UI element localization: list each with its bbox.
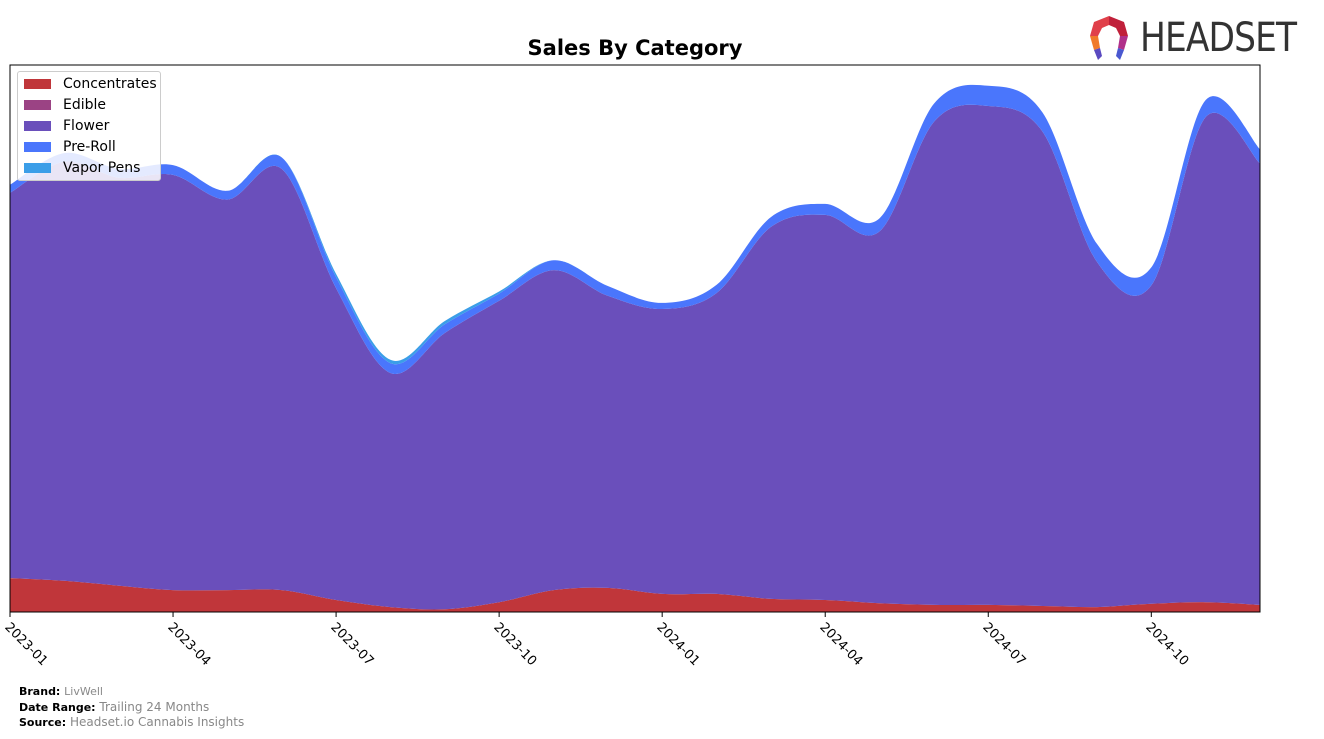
footer: Brand: LivWell Date Range: Trailing 24 M…: [19, 684, 244, 731]
legend: Concentrates Edible Flower Pre-Roll Vapor Pe…: [17, 71, 161, 181]
legend-item: Vapor Pens: [24, 158, 140, 178]
legend-item: Concentrates: [24, 74, 157, 94]
source-value: Headset.io Cannabis Insights: [69, 715, 245, 729]
date-range-label: Date Range:: [19, 700, 96, 714]
footer-brand: Brand: LivWell: [19, 684, 244, 700]
source-label: Source:: [19, 716, 67, 729]
legend-label: Concentrates: [63, 76, 157, 92]
legend-item: Flower: [24, 116, 109, 136]
legend-swatch: [24, 163, 51, 173]
legend-swatch: [24, 142, 51, 152]
legend-item: Edible: [24, 95, 106, 115]
legend-swatch: [24, 121, 51, 131]
legend-label: Pre-Roll: [63, 139, 116, 155]
legend-swatch: [24, 79, 51, 89]
legend-label: Edible: [63, 97, 107, 113]
legend-item: Pre-Roll: [24, 137, 116, 157]
footer-source: Source: Headset.io Cannabis Insights: [19, 715, 244, 731]
brand-label: Brand:: [19, 685, 61, 698]
footer-date-range: Date Range: Trailing 24 Months: [19, 700, 244, 716]
legend-swatch: [24, 100, 51, 110]
date-range-value: Trailing 24 Months: [99, 699, 210, 714]
legend-label: Flower: [63, 118, 110, 134]
legend-label: Vapor Pens: [63, 160, 141, 176]
brand-value: LivWell: [64, 685, 103, 698]
